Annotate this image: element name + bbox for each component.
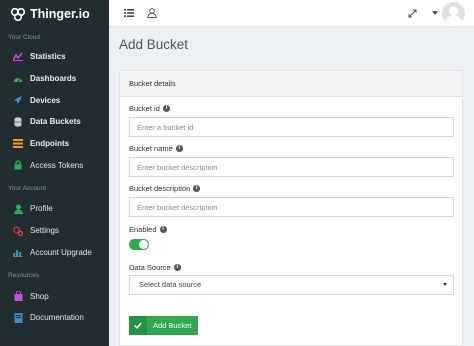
check-icon: [129, 316, 147, 335]
data-source-label: Data Source i: [129, 263, 181, 272]
thinger-logo-icon: [10, 7, 26, 21]
add-bucket-button[interactable]: Add Bucket: [129, 316, 198, 335]
info-icon[interactable]: i: [162, 105, 170, 112]
card-header: Bucket details: [120, 71, 462, 97]
sidebar-item-label: Access Tokens: [30, 160, 84, 170]
sidebar-item-label: Dashboards: [30, 74, 77, 84]
fullscreen-icon[interactable]: [406, 7, 418, 19]
shopping-bag-icon: [13, 291, 23, 302]
sidebar-item-statistics[interactable]: Statistics: [0, 46, 109, 68]
bar-chart-icon: [13, 247, 23, 257]
bucket-description-label: Bucket description i: [129, 184, 201, 193]
section-label-your-account: Your Account: [8, 185, 47, 193]
bucket-name-input[interactable]: [129, 157, 454, 177]
toggle-knob: [139, 240, 148, 249]
page-title: Add Bucket: [119, 37, 189, 52]
sidebar-item-label: Shop: [30, 291, 49, 301]
cogs-icon: [13, 226, 23, 236]
data-source-selected: Select data source: [139, 280, 202, 289]
enabled-toggle[interactable]: [129, 239, 149, 250]
info-icon[interactable]: i: [159, 226, 167, 233]
sidebar-item-settings[interactable]: Settings: [0, 220, 109, 242]
bucket-id-input[interactable]: [129, 117, 454, 137]
brand-name: Thinger.io: [30, 6, 90, 21]
database-icon: [13, 117, 23, 127]
sidebar: Thinger.io Your Cloud Statistics Dashboa…: [0, 0, 109, 346]
chart-icon: [13, 52, 23, 62]
data-source-label-text: Data Source: [129, 263, 171, 272]
rocket-icon: [13, 95, 23, 105]
enabled-label-text: Enabled: [129, 225, 157, 234]
book-icon: [13, 312, 23, 323]
info-icon[interactable]: i: [193, 185, 201, 192]
sidebar-item-data-buckets[interactable]: Data Buckets: [0, 111, 109, 133]
bucket-name-label-text: Bucket name: [129, 144, 173, 153]
bucket-id-label: Bucket id i: [129, 104, 170, 113]
enabled-label: Enabled i: [129, 225, 167, 234]
avatar[interactable]: [442, 2, 465, 25]
caret-down-icon: [443, 283, 447, 286]
sidebar-item-documentation[interactable]: Documentation: [0, 307, 109, 329]
user-icon: [13, 204, 23, 214]
list-icon: [13, 139, 23, 149]
sidebar-item-shop[interactable]: Shop: [0, 285, 109, 307]
sidebar-item-label: Endpoints: [30, 139, 70, 149]
sidebar-item-label: Documentation: [30, 313, 84, 323]
sidebar-item-account-upgrade[interactable]: Account Upgrade: [0, 242, 109, 264]
bucket-form-card: Bucket details Bucket id i Bucket name i…: [119, 70, 463, 346]
bucket-description-input[interactable]: [129, 197, 454, 217]
info-icon[interactable]: i: [175, 145, 183, 152]
sidebar-toggle-icon[interactable]: [123, 7, 135, 19]
brand[interactable]: Thinger.io: [0, 0, 109, 27]
sidebar-item-endpoints[interactable]: Endpoints: [0, 133, 109, 155]
bucket-description-label-text: Bucket description: [129, 184, 191, 193]
topbar: [109, 0, 474, 27]
sidebar-item-label: Devices: [30, 95, 61, 105]
section-label-resources: Resources: [8, 272, 40, 280]
sidebar-item-label: Statistics: [30, 52, 66, 62]
sidebar-item-label: Settings: [30, 226, 59, 236]
sidebar-item-devices[interactable]: Devices: [0, 89, 109, 111]
sidebar-item-access-tokens[interactable]: Access Tokens: [0, 154, 109, 176]
bucket-name-label: Bucket name i: [129, 144, 183, 153]
chevron-down-icon[interactable]: [429, 7, 441, 19]
sidebar-item-label: Account Upgrade: [30, 247, 92, 257]
user-outline-icon[interactable]: [146, 7, 158, 19]
dashboard-icon: [13, 74, 23, 84]
add-bucket-button-label: Add Bucket: [153, 321, 192, 330]
sidebar-item-label: Data Buckets: [30, 117, 81, 127]
sidebar-item-label: Profile: [30, 204, 53, 214]
sidebar-item-profile[interactable]: Profile: [0, 198, 109, 220]
sidebar-item-dashboards[interactable]: Dashboards: [0, 68, 109, 90]
data-source-select[interactable]: Select data source: [129, 275, 454, 295]
info-icon[interactable]: i: [173, 264, 181, 271]
section-label-your-cloud: Your Cloud: [8, 34, 40, 41]
bucket-id-label-text: Bucket id: [129, 104, 160, 113]
lock-icon: [13, 160, 23, 170]
